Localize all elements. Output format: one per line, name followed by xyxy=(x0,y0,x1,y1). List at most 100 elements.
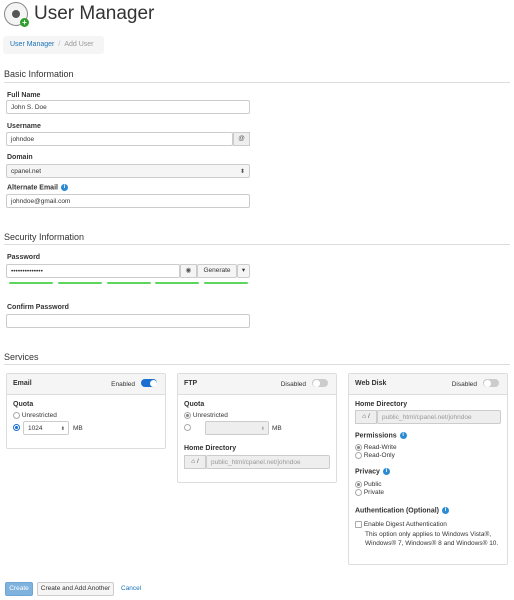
permissions-label: Permissions xyxy=(355,432,397,440)
email-unrestricted-option[interactable]: Unrestricted xyxy=(13,412,57,419)
select-arrows-icon: ⬍ xyxy=(239,169,245,175)
strength-segment xyxy=(155,282,199,284)
create-button[interactable]: Create xyxy=(5,582,33,596)
email-quota-unit: MB xyxy=(73,425,83,432)
full-name-input[interactable]: John S. Doe xyxy=(6,100,250,114)
ftp-quota-input[interactable]: ⬍ xyxy=(205,421,269,435)
email-limited-option[interactable] xyxy=(13,424,20,431)
generate-password-button[interactable]: Generate xyxy=(197,264,237,278)
alt-email-label-wrap: Alternate Email i xyxy=(7,184,68,191)
stepper-arrows-icon[interactable]: ⬍ xyxy=(61,422,65,436)
password-strength-meter xyxy=(6,282,250,284)
privacy-private-label: Private xyxy=(363,489,385,497)
digest-auth-note: This option only applies to Windows Vist… xyxy=(365,531,499,547)
show-password-eye-icon[interactable]: ◉ xyxy=(180,264,197,278)
strength-segment xyxy=(107,282,151,284)
radio-button[interactable] xyxy=(355,481,362,488)
email-panel-title: Email xyxy=(13,380,32,387)
password-label: Password xyxy=(7,254,41,261)
security-info-heading: Security Information xyxy=(4,232,85,242)
privacy-private-option[interactable]: Private xyxy=(355,489,384,496)
email-quota-input[interactable]: 1024 ⬍ xyxy=(23,421,69,435)
confirm-password-input[interactable] xyxy=(6,314,250,328)
permissions-label-wrap: Permissions i xyxy=(355,432,407,439)
username-input[interactable]: johndoe xyxy=(6,132,233,146)
ftp-quota-unit: MB xyxy=(272,425,282,432)
privacy-public-option[interactable]: Public xyxy=(355,481,382,488)
confirm-password-label: Confirm Password xyxy=(7,304,69,311)
strength-segment xyxy=(204,282,248,284)
radio-button[interactable] xyxy=(355,489,362,496)
create-and-add-another-button[interactable]: Create and Add Another xyxy=(37,582,114,596)
divider xyxy=(4,82,510,83)
strength-segment xyxy=(58,282,102,284)
perm-read-write-option[interactable]: Read-Write xyxy=(355,444,397,451)
webdisk-home-dir-input[interactable]: public_html/cpanel.net/johndoe xyxy=(377,410,501,424)
strength-segment xyxy=(9,282,53,284)
webdisk-status-label: Disabled xyxy=(451,381,477,388)
radio-button[interactable] xyxy=(184,412,191,419)
email-panel-header: Email Enabled xyxy=(7,374,165,395)
page-title: User Manager xyxy=(34,3,155,24)
digest-auth-label: Enable Digest Authentication xyxy=(363,521,447,529)
privacy-label: Privacy xyxy=(355,468,380,476)
perm-read-only-label: Read-Only xyxy=(363,452,395,460)
ftp-home-dir-input[interactable]: public_html/cpanel.net/johndoe xyxy=(206,455,330,469)
home-icon: ⌂ / xyxy=(184,455,206,469)
generate-options-caret-icon[interactable]: ▾ xyxy=(237,264,250,278)
domain-select-value: cpanel.net xyxy=(11,168,41,175)
services-heading: Services xyxy=(4,352,39,362)
webdisk-panel-title: Web Disk xyxy=(355,380,387,387)
radio-button[interactable] xyxy=(13,424,20,431)
password-input[interactable]: •••••••••••••• xyxy=(6,264,180,278)
radio-button[interactable] xyxy=(355,444,362,451)
email-quota-value: 1024 xyxy=(28,425,43,432)
ftp-status-label: Disabled xyxy=(280,381,306,388)
digest-auth-option[interactable]: Enable Digest Authentication xyxy=(355,521,447,528)
webdisk-service-panel: Web Disk Disabled Home Directory ⌂ / pub… xyxy=(348,373,508,565)
checkbox[interactable] xyxy=(355,521,362,528)
page-header: + User Manager xyxy=(4,2,155,27)
radio-button[interactable] xyxy=(355,452,362,459)
email-status-label: Enabled xyxy=(111,381,135,388)
username-label: Username xyxy=(7,123,41,130)
cancel-link[interactable]: Cancel xyxy=(121,585,141,592)
info-icon[interactable]: i xyxy=(442,507,449,514)
radio-button[interactable] xyxy=(184,424,191,431)
divider xyxy=(4,364,510,365)
divider xyxy=(4,244,510,245)
ftp-unrestricted-option[interactable]: Unrestricted xyxy=(184,412,228,419)
user-manager-logo-icon: + xyxy=(4,2,29,27)
at-addon: @ xyxy=(233,132,250,146)
privacy-public-label: Public xyxy=(363,481,382,489)
ftp-quota-label: Quota xyxy=(184,401,205,408)
home-icon: ⌂ / xyxy=(355,410,377,424)
webdisk-home-dir-label: Home Directory xyxy=(355,401,408,408)
ftp-service-panel: FTP Disabled Quota Unrestricted ⬍ MB Hom… xyxy=(177,373,337,483)
ftp-limited-option[interactable] xyxy=(184,424,191,431)
perm-read-write-label: Read-Write xyxy=(363,444,397,452)
domain-label: Domain xyxy=(7,154,33,161)
alt-email-input[interactable]: johndoe@gmail.com xyxy=(6,194,250,208)
email-quota-label: Quota xyxy=(13,401,34,408)
email-unrestricted-label: Unrestricted xyxy=(21,412,57,420)
ftp-unrestricted-label: Unrestricted xyxy=(192,412,228,420)
perm-read-only-option[interactable]: Read-Only xyxy=(355,452,395,459)
info-icon[interactable]: i xyxy=(382,468,390,475)
webdisk-panel-header: Web Disk Disabled xyxy=(349,374,507,395)
info-icon[interactable]: i xyxy=(60,184,68,191)
ftp-enabled-toggle[interactable] xyxy=(312,379,328,387)
auth-label: Authentication (Optional) xyxy=(355,507,439,515)
breadcrumb-user-manager-link[interactable]: User Manager xyxy=(10,41,54,48)
full-name-label: Full Name xyxy=(7,92,41,99)
basic-info-heading: Basic Information xyxy=(4,69,74,79)
privacy-label-wrap: Privacy i xyxy=(355,468,390,475)
email-enabled-toggle[interactable] xyxy=(141,379,157,387)
domain-select[interactable]: cpanel.net ⬍ xyxy=(6,164,250,178)
info-icon[interactable]: i xyxy=(399,432,407,439)
stepper-arrows-icon[interactable]: ⬍ xyxy=(261,422,265,436)
radio-button[interactable] xyxy=(13,412,20,419)
ftp-panel-header: FTP Disabled xyxy=(178,374,336,395)
breadcrumb-current: Add User xyxy=(64,41,94,48)
webdisk-enabled-toggle[interactable] xyxy=(483,379,499,387)
